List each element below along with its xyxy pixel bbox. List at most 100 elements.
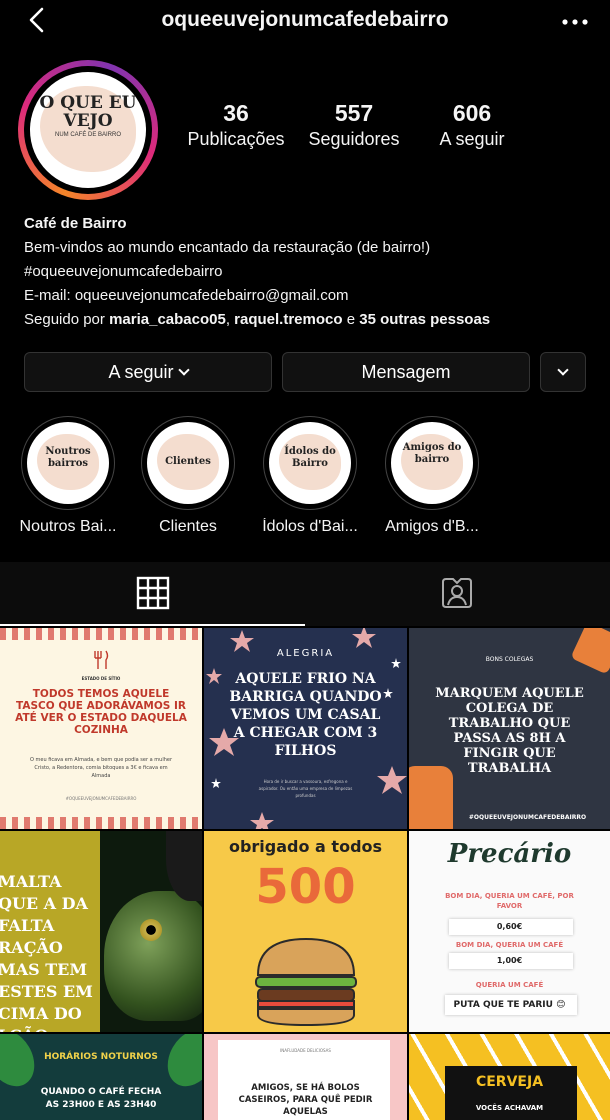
bio-hashtag[interactable]: #oqueeuvejonumcafedebairro [24, 260, 594, 284]
avatar[interactable]: O QUE EU VEJO NUM CAFÉ DE BAIRRO [30, 72, 146, 188]
followed-by-and: e [342, 311, 360, 328]
post-title: MALTA QUE A DA FALTA RAÇÃO MAS TEM ESTES… [0, 872, 93, 1032]
highlight-label: Amigos d'B... [385, 518, 479, 535]
post-text: QUERIA UM CAFÉ [475, 981, 544, 989]
post-tile[interactable]: ESTADO DE SÍTIO TODOS TEMOS AQUELE TASCO… [0, 628, 202, 829]
fork-knife-icon [92, 650, 110, 670]
post-title: HORÁRIOS NOTURNOS [44, 1052, 158, 1062]
highlight-cover: Noutros bairros [27, 422, 109, 504]
highlight-cover: Ídolos do Bairro [269, 422, 351, 504]
post-small-text: INAFLUDADE DELICIOSAS [280, 1048, 331, 1053]
highlight-cover-text: Noutros bairros [45, 446, 91, 469]
post-tile[interactable]: MALTA QUE A DA FALTA RAÇÃO MAS TEM ESTES… [0, 831, 202, 1032]
post-tile[interactable]: ALEGRIA AQUELE FRIO NA BARRIGA QUANDO VE… [204, 628, 407, 829]
post-tile[interactable]: BONS COLEGAS MARQUEM AQUELE COLEGA DE TR… [409, 628, 610, 829]
profile-username: oqueeuvejonumcafedebairro [161, 8, 449, 31]
post-title: TODOS TEMOS AQUELE TASCO QUE ADORÁVAMOS … [15, 688, 187, 736]
following-button-label: A seguir [108, 362, 174, 382]
post-text: BOM DIA, QUERIA UM CAFÉ, POR FAVOR [445, 892, 574, 910]
post-body: AMIGOS, SE HÁ BOLOS CASEIROS, PARA QUÊ P… [238, 1083, 373, 1117]
message-button[interactable]: Mensagem [282, 352, 530, 392]
highlight-cover: Clientes [147, 422, 229, 504]
highlight-cover-text: Clientes [165, 456, 211, 467]
avatar-logo-subtitle: NUM CAFÉ DE BAIRRO [54, 132, 121, 138]
followed-by-prefix: Seguido por [24, 311, 110, 328]
post-body: VOCÊS ACHAVAM [475, 1104, 544, 1112]
post-small-text: BONS COLEGAS [485, 656, 534, 663]
suggestions-button[interactable] [540, 352, 586, 392]
post-title: AQUELE FRIO NA BARRIGA QUANDO VEMOS UM C… [229, 671, 382, 759]
top-bar: oqueeuvejonumcafedebairro [0, 0, 610, 44]
highlight-amigos-do-bairro[interactable]: Amigos do bairro Amigos d'B... [376, 416, 488, 536]
following-button[interactable]: A seguir [24, 352, 272, 392]
grid-icon[interactable] [136, 576, 170, 610]
avatar-logo-title: O QUE EU VEJO [39, 93, 137, 131]
highlight-idolos-do-bairro[interactable]: Ídolos do Bairro Ídolos d'Bai... [254, 416, 366, 536]
post-text: 1,00€ [496, 956, 523, 965]
tagged-user-icon[interactable] [440, 576, 474, 610]
post-body: Hora de ir buscar a vassoura, esfregona … [258, 779, 353, 798]
post-tile[interactable]: obrigado a todos 500 [204, 831, 407, 1032]
stat-followers[interactable]: 557 Seguidores [302, 100, 406, 150]
profile-display-name: Café de Bairro [24, 215, 127, 232]
post-text: PUTA QUE TE PARIU 😊 [453, 1000, 566, 1010]
post-text: 0,60€ [496, 922, 523, 931]
highlight-label: Clientes [159, 518, 217, 535]
burger-icon [255, 937, 357, 1027]
profile-tabs [0, 562, 610, 626]
frog-image [104, 891, 202, 1021]
post-text: BOM DIA, QUERIA UM CAFÉ [455, 941, 564, 949]
post-title: CERVEJA [475, 1074, 544, 1090]
stat-following[interactable]: 606 A seguir [420, 100, 524, 150]
highlight-cover-text: Amigos do bairro [402, 442, 462, 465]
stat-posts[interactable]: 36 Publicações [184, 100, 288, 150]
post-small-text: ALEGRIA [276, 648, 335, 659]
active-tab-indicator [0, 624, 305, 626]
frog-eye [140, 919, 162, 941]
chevron-down-icon [557, 364, 569, 376]
post-title: Precário [447, 839, 572, 869]
highlight-ring: Clientes [141, 416, 235, 510]
stat-followers-count: 557 [334, 100, 374, 126]
highlight-clientes[interactable]: Clientes Clientes [132, 416, 244, 536]
chevron-down-icon [177, 364, 190, 376]
highlight-cover: Amigos do bairro [391, 422, 473, 504]
bio-line: Bem-vindos ao mundo encantado da restaur… [24, 239, 431, 256]
stat-following-count: 606 [452, 100, 492, 126]
stat-followers-label: Seguidores [308, 129, 400, 149]
post-title: obrigado a todos [228, 837, 383, 856]
followed-by[interactable]: Seguido por maria_cabaco05, raquel.tremo… [24, 308, 594, 332]
highlight-ring: Ídolos do Bairro [263, 416, 357, 510]
post-body: QUANDO O CAFÉ FECHA AS 23H00 E AS 23H40 [40, 1087, 162, 1110]
post-number: 500 [255, 859, 356, 915]
more-options-icon[interactable] [560, 10, 590, 30]
highlight-label: Noutros Bai... [19, 518, 117, 535]
confetti-shape [570, 628, 610, 675]
stat-following-label: A seguir [439, 129, 505, 149]
highlight-cover-text: Ídolos do Bairro [284, 446, 336, 469]
post-hashtag: #OQUEEUVEJONUMCAFEDEBAIRRO [65, 796, 137, 801]
post-tile[interactable]: CERVEJA VOCÊS ACHAVAM [409, 1034, 610, 1120]
post-body: O meu ficava em Almada, e bem que podia … [29, 757, 173, 779]
tablecloth-border [0, 628, 202, 640]
highlight-noutros-bairros[interactable]: Noutros bairros Noutros Bai... [12, 416, 124, 536]
follower-link[interactable]: raquel.tremoco [234, 311, 342, 328]
highlight-label: Ídolos d'Bai... [262, 518, 358, 535]
message-button-label: Mensagem [361, 362, 451, 382]
profile-bio: Café de Bairro Bem-vindos ao mundo encan… [24, 212, 594, 332]
follower-link[interactable]: maria_cabaco05 [109, 311, 226, 328]
followed-by-sep: , [225, 311, 235, 328]
tablecloth-border [0, 817, 202, 829]
bio-email: E-mail: oqueeuvejonumcafedebairro@gmail.… [24, 287, 349, 304]
post-tile[interactable]: INAFLUDADE DELICIOSAS AMIGOS, SE HÁ BOLO… [204, 1034, 407, 1120]
followed-by-others[interactable]: 35 outras pessoas [359, 311, 490, 328]
post-hashtag: #OQUEEUVEJONUMCAFEDEBAIRRO [468, 814, 587, 821]
stat-posts-label: Publicações [187, 129, 285, 149]
post-title: MARQUEM AQUELE COLEGA DE TRABALHO QUE PA… [435, 686, 584, 776]
post-tile[interactable]: HORÁRIOS NOTURNOS QUANDO O CAFÉ FECHA AS… [0, 1034, 202, 1120]
post-small-text: ESTADO DE SÍTIO [81, 676, 121, 681]
stat-posts-count: 36 [223, 100, 249, 126]
post-tile[interactable]: Precário BOM DIA, QUERIA UM CAFÉ, POR FA… [409, 831, 610, 1032]
highlight-ring: Amigos do bairro [385, 416, 479, 510]
highlight-ring: Noutros bairros [21, 416, 115, 510]
